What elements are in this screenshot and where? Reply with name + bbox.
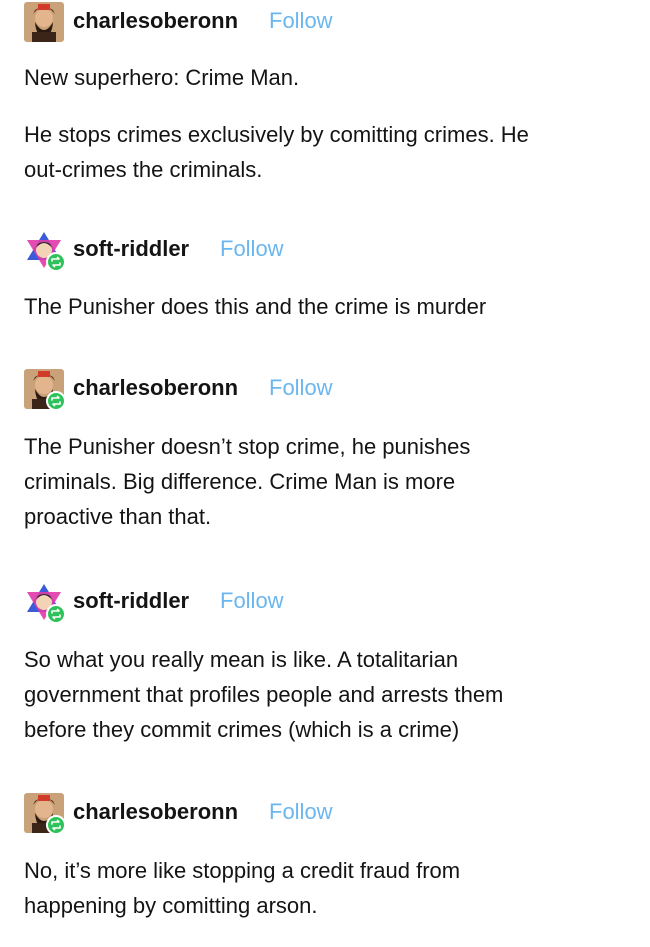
username[interactable]: soft-riddler <box>73 236 189 262</box>
follow-button[interactable]: Follow <box>269 8 333 34</box>
post-body: No, it’s more like stopping a credit fra… <box>0 853 650 923</box>
post-charlesoberonn-reblog: charlesoberonn Follow No, it’s more like… <box>0 793 650 923</box>
post-text: out-crimes the criminals. <box>24 157 263 182</box>
reblog-icon <box>46 604 66 624</box>
post-header: soft-riddler Follow <box>0 230 650 272</box>
post-text: He stops crimes exclusively by comitting… <box>24 122 529 147</box>
charlesoberonn-avatar[interactable] <box>24 2 64 42</box>
post-text: The Punisher does this and the crime is … <box>24 294 487 319</box>
post-text: No, it’s more like stopping a credit fra… <box>24 858 461 883</box>
post-text: before they commit crimes (which is a cr… <box>24 717 460 742</box>
username[interactable]: charlesoberonn <box>73 799 238 825</box>
reblog-thread: charlesoberonn Follow New superhero: Cri… <box>0 0 650 947</box>
post-text: criminals. Big difference. Crime Man is … <box>24 469 456 494</box>
follow-button[interactable]: Follow <box>220 588 284 614</box>
username[interactable]: charlesoberonn <box>73 8 238 34</box>
follow-button[interactable]: Follow <box>269 375 333 401</box>
post-body: New superhero: Crime Man. He stops crime… <box>0 60 650 187</box>
post-body: The Punisher doesn’t stop crime, he puni… <box>0 429 650 534</box>
post-header: charlesoberonn Follow <box>0 369 650 411</box>
post-body: The Punisher does this and the crime is … <box>0 289 650 324</box>
post-header: soft-riddler Follow <box>0 582 650 624</box>
post-text: proactive than that. <box>24 504 212 529</box>
post-body: So what you really mean is like. A total… <box>0 642 650 747</box>
post-header: charlesoberonn Follow <box>0 793 650 835</box>
reblog-icon <box>46 391 66 411</box>
post-text: So what you really mean is like. A total… <box>24 647 459 672</box>
post-charlesoberonn-original: charlesoberonn Follow New superhero: Cri… <box>0 2 650 187</box>
post-text: happening by comitting arson. <box>24 893 318 918</box>
post-text: New superhero: Crime Man. <box>24 65 300 90</box>
post-text: The Punisher doesn’t stop crime, he puni… <box>24 434 471 459</box>
post-text: government that profiles people and arre… <box>24 682 504 707</box>
username[interactable]: charlesoberonn <box>73 375 238 401</box>
post-charlesoberonn-reblog: charlesoberonn Follow The Punisher doesn… <box>0 369 650 534</box>
follow-button[interactable]: Follow <box>269 799 333 825</box>
reblog-icon <box>46 815 66 835</box>
post-soft-riddler-reblog: soft-riddler Follow So what you really m… <box>0 582 650 747</box>
post-soft-riddler-reblog: soft-riddler Follow The Punisher does th… <box>0 230 650 324</box>
post-header: charlesoberonn Follow <box>0 2 650 42</box>
username[interactable]: soft-riddler <box>73 588 189 614</box>
follow-button[interactable]: Follow <box>220 236 284 262</box>
avatar-image <box>24 2 64 42</box>
reblog-icon <box>46 252 66 272</box>
